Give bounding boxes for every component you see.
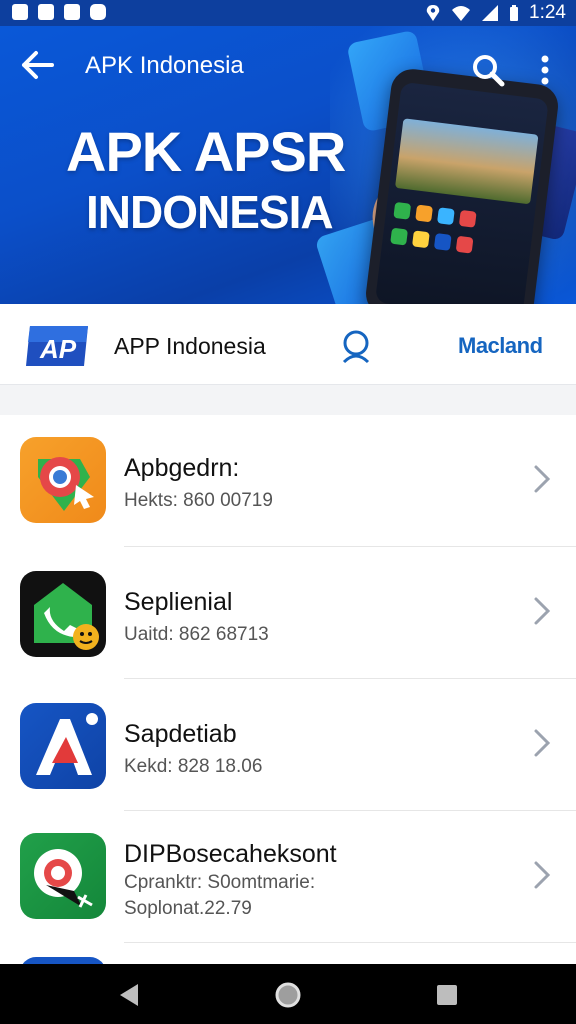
app-dot bbox=[393, 201, 412, 220]
sub-header-title: APP Indonesia bbox=[114, 333, 266, 359]
list-item-subtitle: Kekd: 828 18.06 bbox=[124, 756, 263, 777]
app-dot bbox=[390, 227, 408, 246]
chevron-right-icon bbox=[534, 597, 551, 625]
gallery-icon bbox=[12, 4, 28, 20]
list-item-subtitle: Uaitd: 862 68713 bbox=[124, 624, 269, 645]
app-dot bbox=[455, 235, 474, 254]
search-icon[interactable] bbox=[336, 326, 376, 366]
chevron-right-icon bbox=[534, 861, 551, 889]
list-item[interactable]: Apbgedrn: Hekts: 860 00719 bbox=[0, 415, 576, 547]
battery-icon bbox=[510, 5, 519, 21]
sub-header: AP APP Indonesia Macland bbox=[0, 304, 576, 385]
signal-icon bbox=[482, 5, 499, 21]
download-icon bbox=[64, 4, 80, 20]
list-item[interactable]: Sapdetiab Kekd: 828 18.06 bbox=[0, 679, 576, 811]
status-left-icons bbox=[12, 4, 106, 20]
app-bar-title: APK Indonesia bbox=[85, 52, 244, 79]
hero-title: APK APSR bbox=[66, 120, 346, 183]
app-dot bbox=[411, 230, 430, 249]
notification-icon bbox=[90, 4, 106, 20]
location-icon bbox=[426, 5, 440, 21]
list-item-subtitle-2: Soplonat.22.79 bbox=[124, 898, 252, 919]
search-icon[interactable] bbox=[468, 50, 508, 90]
status-time: 1:24 bbox=[529, 2, 566, 23]
app-dot bbox=[415, 204, 433, 223]
app-dot bbox=[436, 207, 455, 226]
chevron-right-icon bbox=[534, 465, 551, 493]
nav-home-icon[interactable] bbox=[271, 978, 305, 1012]
status-bar: 1:24 bbox=[0, 0, 576, 26]
list-item[interactable]: Seplienial Uaitd: 862 68713 bbox=[0, 547, 576, 679]
maps-pin-icon bbox=[20, 833, 106, 919]
app-logo: AP bbox=[26, 326, 88, 366]
system-nav-bar bbox=[0, 964, 576, 1024]
screen-image bbox=[394, 118, 539, 205]
list-item-title: Sapdetiab bbox=[124, 720, 237, 748]
image-icon bbox=[38, 4, 54, 20]
phone-screen bbox=[374, 81, 549, 304]
list-item-partial[interactable] bbox=[0, 943, 576, 965]
arrow-left-icon[interactable] bbox=[18, 48, 58, 82]
list-item-title: Apbgedrn: bbox=[124, 454, 240, 482]
app-dot bbox=[458, 209, 477, 228]
app-dot bbox=[433, 233, 452, 251]
status-right-icons: 1:24 bbox=[425, 2, 566, 24]
section-spacer bbox=[0, 385, 576, 415]
phone-illustration bbox=[363, 66, 561, 304]
list-item-title: DIPBosecaheksont bbox=[124, 840, 337, 868]
list-item-subtitle: Hekts: 860 00719 bbox=[124, 490, 273, 511]
list-item-subtitle: Cpranktr: S0omtmarie: bbox=[124, 872, 316, 893]
nav-recents-icon[interactable] bbox=[430, 978, 464, 1012]
letter-a-icon bbox=[20, 703, 106, 789]
more-vertical-icon[interactable] bbox=[530, 50, 560, 90]
macland-link[interactable]: Macland bbox=[458, 332, 543, 360]
logo-text: AP bbox=[39, 334, 77, 364]
chevron-right-icon bbox=[534, 729, 551, 757]
hero-subtitle: INDONESIA bbox=[86, 186, 334, 238]
hero-banner: APK Indonesia APK APSR INDONESIA bbox=[0, 26, 576, 304]
list-item[interactable]: DIPBosecaheksont Cpranktr: S0omtmarie: S… bbox=[0, 811, 576, 943]
wifi-icon bbox=[452, 6, 471, 21]
phone-icon bbox=[20, 571, 106, 657]
chrome-maps-icon bbox=[20, 437, 106, 523]
list-item-title: Seplienial bbox=[124, 588, 233, 616]
nav-back-icon[interactable] bbox=[112, 978, 146, 1012]
